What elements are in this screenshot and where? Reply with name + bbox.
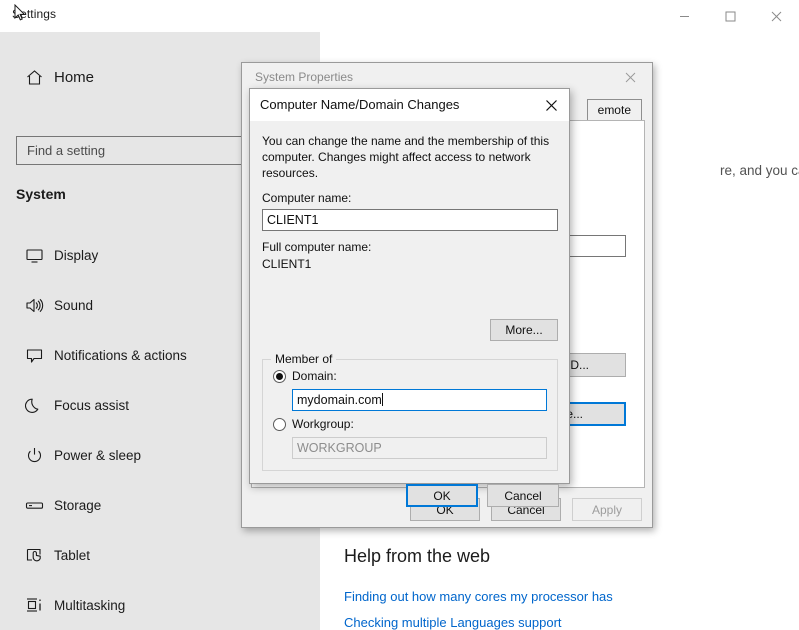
sidebar-item-label: Power & sleep xyxy=(54,447,142,463)
home-icon xyxy=(14,68,54,87)
help-link[interactable]: Checking multiple Languages support xyxy=(344,615,562,630)
close-icon[interactable] xyxy=(608,63,652,91)
workgroup-radio-row[interactable]: Workgroup: xyxy=(273,417,354,431)
chat-bubble-icon xyxy=(14,346,54,365)
help-from-web-header: Help from the web xyxy=(344,546,491,566)
member-of-groupbox: Member of Domain: mydomain.com Workgroup… xyxy=(262,352,558,471)
sidebar-item-label: Display xyxy=(54,247,99,263)
domain-input-value: mydomain.com xyxy=(297,393,382,407)
sidebar-item-tablet[interactable]: Tablet xyxy=(0,530,320,580)
settings-titlebar: Settings xyxy=(0,0,799,32)
window-controls xyxy=(661,0,799,32)
moon-icon xyxy=(14,396,54,415)
computer-name-input[interactable]: CLIENT1 xyxy=(262,209,558,231)
close-icon[interactable] xyxy=(537,92,565,118)
search-input[interactable]: Find a setting xyxy=(16,136,248,165)
cancel-button[interactable]: Cancel xyxy=(487,484,559,507)
multitasking-icon xyxy=(14,596,54,615)
minimize-icon[interactable] xyxy=(661,0,707,32)
radio-button-domain[interactable] xyxy=(273,369,286,383)
apply-button[interactable]: Apply xyxy=(572,498,642,521)
ok-button[interactable]: OK xyxy=(406,484,478,507)
monitor-icon xyxy=(14,246,54,265)
radio-button-workgroup[interactable] xyxy=(273,417,286,431)
system-properties-title: System Properties xyxy=(255,70,354,84)
computer-name-label: Computer name: xyxy=(262,191,352,205)
more-button[interactable]: More... xyxy=(490,319,558,341)
mouse-cursor xyxy=(14,3,26,27)
sidebar-item-label: Notifications & actions xyxy=(54,347,187,363)
radio-dot xyxy=(276,372,283,380)
content-partial-text: re, and you can xyxy=(720,163,799,178)
domain-radio-row[interactable]: Domain: xyxy=(273,369,337,383)
dialog-description: You can change the name and the membersh… xyxy=(262,134,550,180)
domain-label: Domain: xyxy=(292,369,337,383)
sidebar-item-multitasking[interactable]: Multitasking xyxy=(0,580,320,630)
drive-icon xyxy=(14,496,54,515)
screen: Settings Home Find a setting System Disp… xyxy=(0,0,799,630)
sidebar-item-label: Multitasking xyxy=(54,597,126,613)
sidebar-section-header: System xyxy=(16,186,66,202)
full-computer-name-value: CLIENT1 xyxy=(262,257,312,271)
close-icon[interactable] xyxy=(753,0,799,32)
power-icon xyxy=(14,446,54,465)
sidebar-home-label: Home xyxy=(54,68,95,86)
workgroup-input[interactable]: WORKGROUP xyxy=(292,437,547,459)
dialog-title: Computer Name/Domain Changes xyxy=(260,97,460,112)
text-caret xyxy=(381,393,383,406)
domain-input[interactable]: mydomain.com xyxy=(292,389,547,411)
sidebar-item-label: Focus assist xyxy=(54,397,130,413)
sidebar-item-label: Sound xyxy=(54,297,94,313)
speaker-icon xyxy=(14,296,54,315)
tablet-hand-icon xyxy=(14,546,54,565)
full-computer-name-label: Full computer name: xyxy=(262,240,372,254)
sidebar-item-label: Tablet xyxy=(54,547,91,563)
tab-remote[interactable]: emote xyxy=(586,99,642,121)
search-placeholder: Find a setting xyxy=(27,143,106,158)
sidebar-item-label: Storage xyxy=(54,497,102,513)
help-link[interactable]: Finding out how many cores my processor … xyxy=(344,589,613,604)
member-of-legend: Member of xyxy=(271,352,337,366)
dialog-body: You can change the name and the membersh… xyxy=(250,121,569,507)
dialog-titlebar: Computer Name/Domain Changes xyxy=(250,89,569,121)
maximize-icon[interactable] xyxy=(707,0,753,32)
workgroup-label: Workgroup: xyxy=(292,417,354,431)
computer-name-domain-changes-dialog: Computer Name/Domain Changes You can cha… xyxy=(249,88,570,507)
